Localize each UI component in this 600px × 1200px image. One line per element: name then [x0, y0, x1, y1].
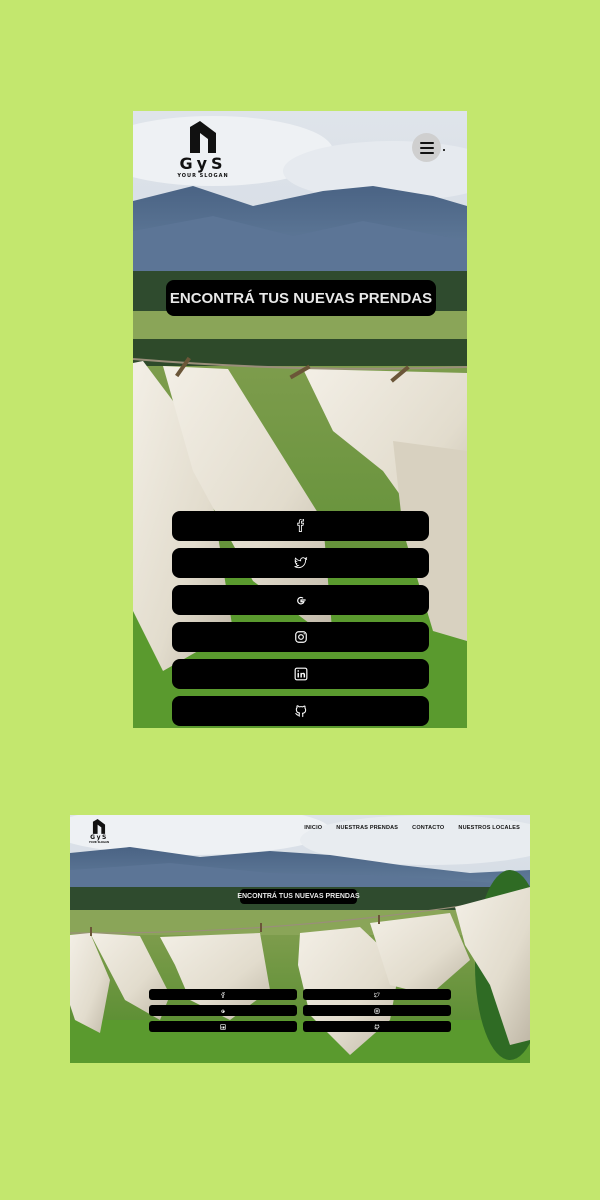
instagram-button[interactable]: [172, 622, 429, 652]
github-icon: [294, 705, 306, 718]
nav-item-nuestros-locales[interactable]: NUESTROS LOCALES: [458, 825, 520, 831]
linkedin-button[interactable]: [149, 1021, 297, 1032]
brand-logo[interactable]: GyS YOUR SLOGAN: [87, 818, 111, 850]
google-icon: [296, 596, 306, 605]
github-icon: [374, 1023, 380, 1030]
nav-item-contacto[interactable]: CONTACTO: [412, 825, 444, 831]
hero-title: ENCONTRÁ TUS NUEVAS PRENDAS: [166, 280, 436, 316]
twitter-button[interactable]: [303, 989, 451, 1000]
brand-slogan: YOUR SLOGAN: [177, 173, 229, 179]
google-button[interactable]: [149, 1005, 297, 1016]
linkedin-icon: [220, 1023, 226, 1030]
github-button[interactable]: [303, 1021, 451, 1032]
menu-line-icon: [419, 151, 434, 154]
twitter-button[interactable]: [172, 548, 429, 578]
mobile-preview: GyS YOUR SLOGAN ENCONTRÁ TUS NUEVAS PREN…: [133, 111, 467, 728]
nav-item-inicio[interactable]: INICIO: [304, 825, 322, 831]
google-button[interactable]: [172, 585, 429, 615]
nav-item-nuestras-prendas[interactable]: NUESTRAS PRENDAS: [336, 825, 398, 831]
instagram-button[interactable]: [303, 1005, 451, 1016]
house-logo-icon: [92, 819, 106, 834]
facebook-icon: [296, 519, 304, 533]
menu-line-icon: [419, 141, 434, 144]
main-nav: INICIO NUESTRAS PRENDAS CONTACTO NUESTRO…: [304, 825, 520, 831]
brand-name: GyS: [179, 154, 227, 173]
brand-name: GyS: [90, 834, 108, 841]
twitter-icon: [293, 556, 307, 569]
desktop-preview: GyS YOUR SLOGAN INICIO NUESTRAS PRENDAS …: [70, 815, 530, 1063]
brand-logo[interactable]: GyS YOUR SLOGAN: [175, 119, 231, 185]
hero-title: ENCONTRÁ TUS NUEVAS PRENDAS: [237, 889, 360, 904]
google-icon: [221, 1009, 225, 1013]
github-button[interactable]: [172, 696, 429, 726]
facebook-icon: [221, 991, 225, 998]
linkedin-button[interactable]: [172, 659, 429, 689]
brand-slogan: YOUR SLOGAN: [88, 841, 110, 844]
twitter-icon: [374, 991, 380, 997]
house-logo-icon: [190, 121, 216, 153]
instagram-icon: [294, 631, 307, 643]
menu-line-icon: [419, 146, 434, 149]
instagram-icon: [374, 1007, 380, 1014]
facebook-button[interactable]: [172, 511, 429, 541]
background-photo: [70, 815, 530, 1063]
facebook-button[interactable]: [149, 989, 297, 1000]
linkedin-icon: [294, 667, 307, 681]
hamburger-menu-button[interactable]: [412, 133, 441, 162]
menu-dot: [443, 149, 445, 151]
